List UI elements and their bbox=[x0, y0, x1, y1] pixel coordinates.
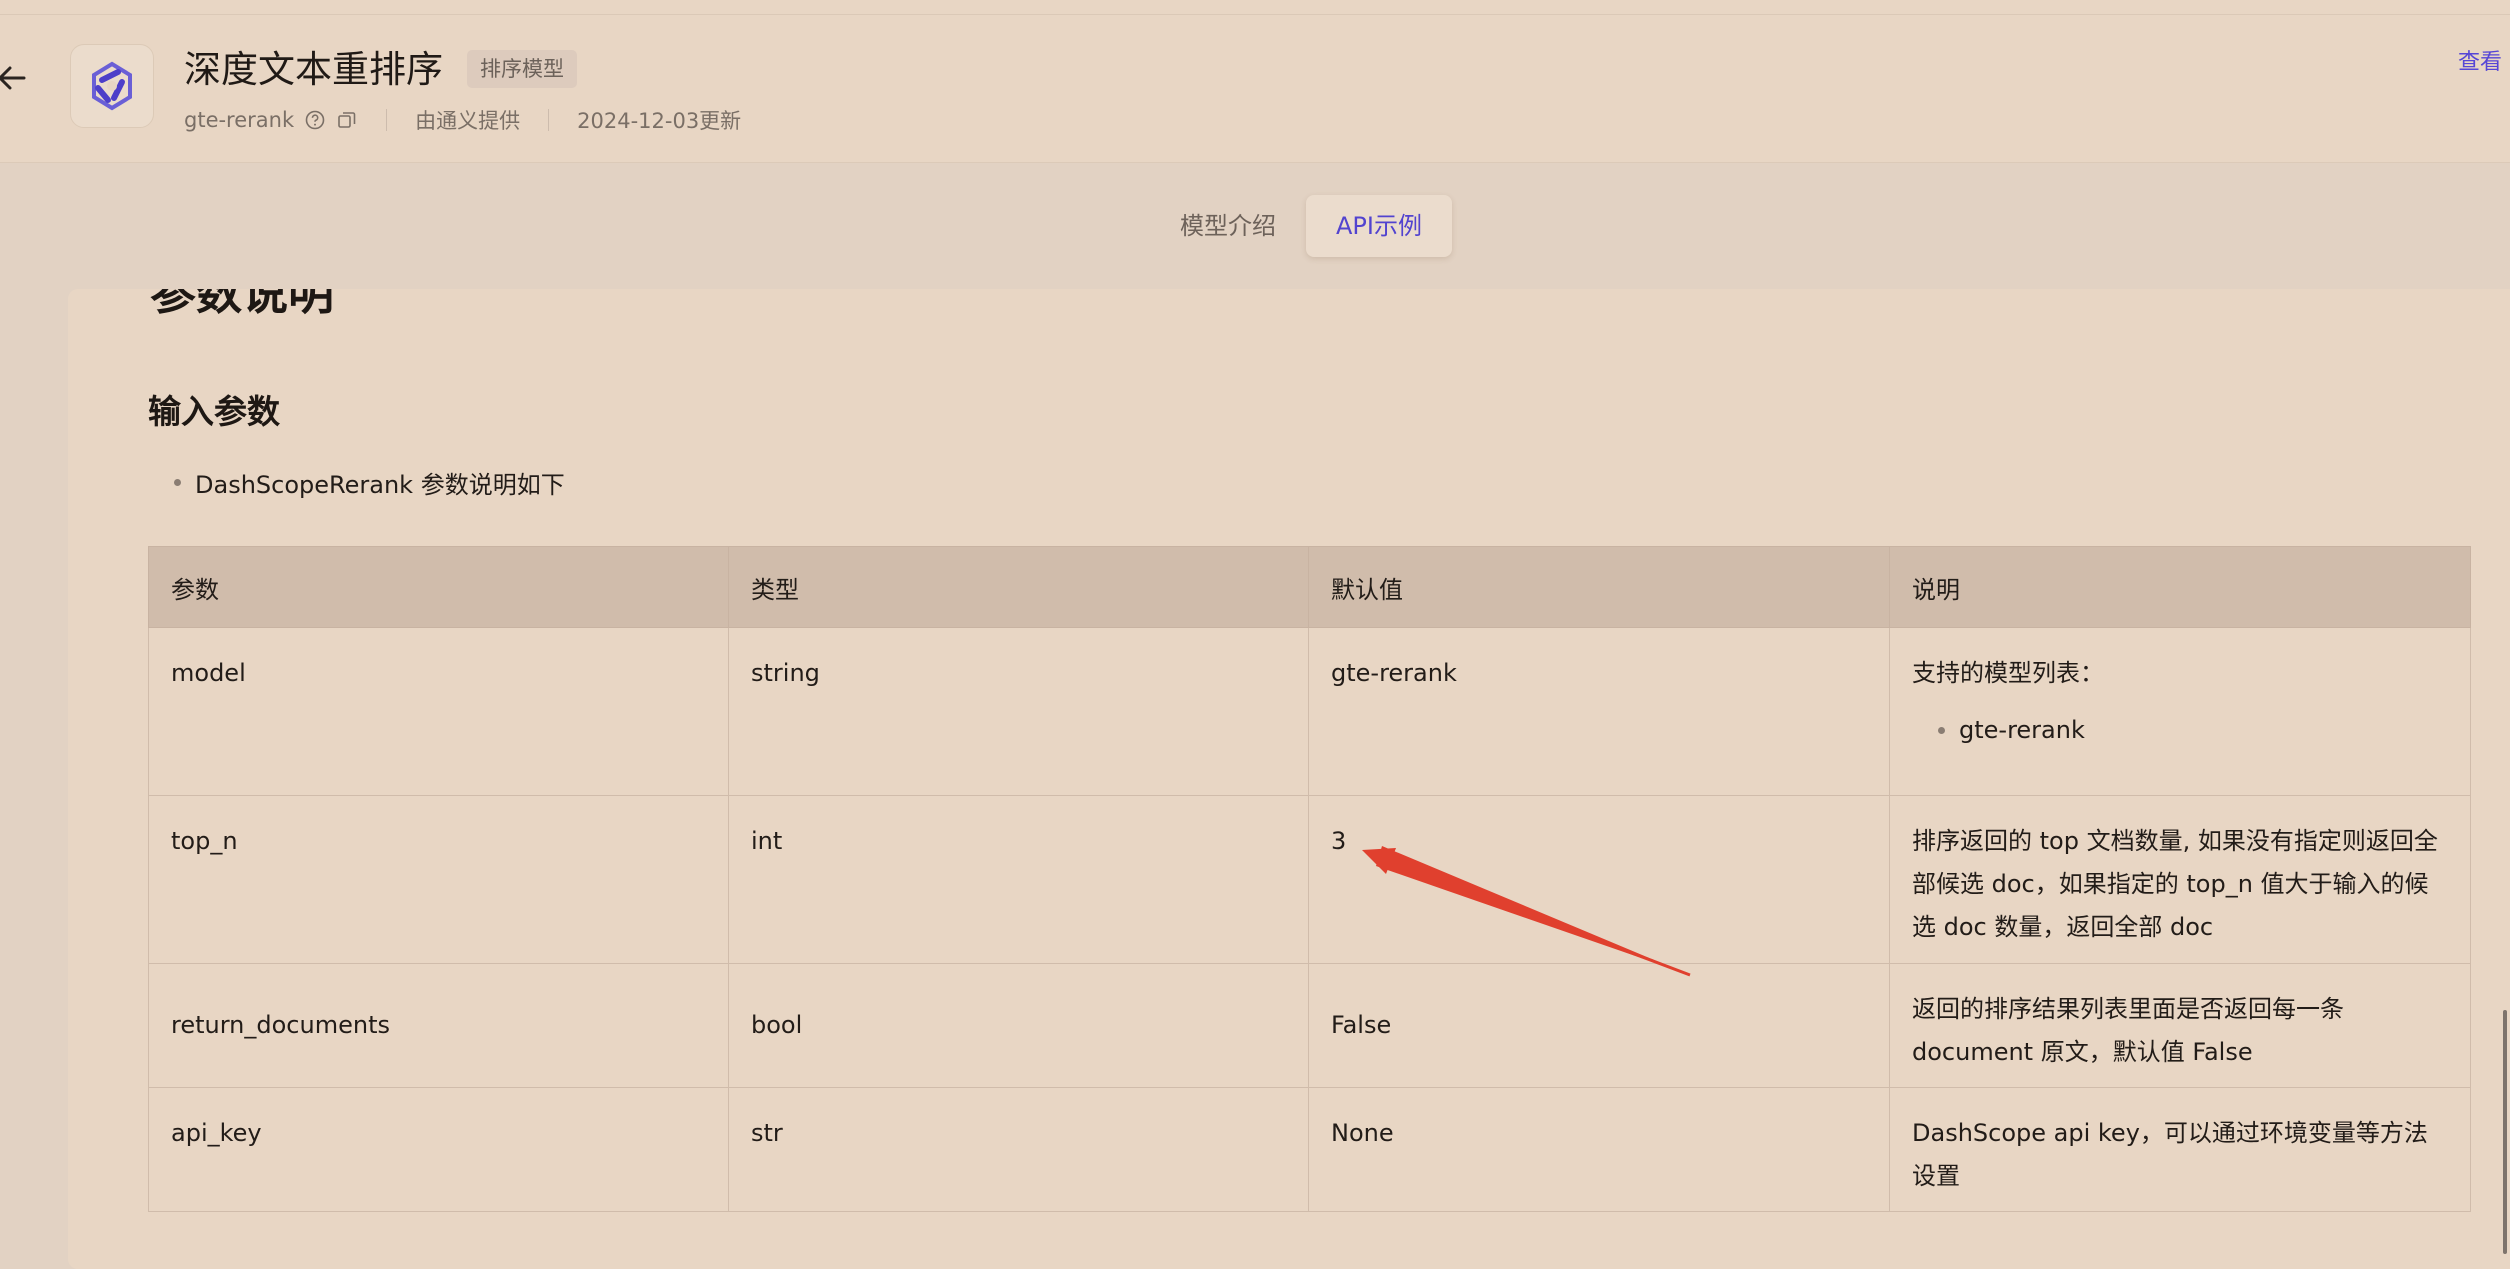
cell-type: int bbox=[728, 795, 1309, 964]
model-header: 深度文本重排序 排序模型 gte-rerank 由通义提供 2024-12-03… bbox=[0, 0, 2510, 163]
model-tabs: 模型介绍 API示例 bbox=[1150, 195, 1452, 257]
scrollbar-thumb[interactable] bbox=[2503, 1010, 2507, 1254]
view-docs-link[interactable]: 查看 bbox=[2458, 44, 2502, 76]
cell-param: model bbox=[148, 627, 729, 796]
cell-desc: 支持的模型列表： gte-rerank bbox=[1889, 627, 2471, 796]
section-heading-params: 参数说明 bbox=[150, 289, 334, 320]
bullet-text: DashScopeRerank 参数说明如下 bbox=[195, 471, 565, 499]
model-list-item: gte-rerank bbox=[1959, 716, 2085, 744]
cell-desc: DashScope api key，可以通过环境变量等方法设置 bbox=[1889, 1087, 2471, 1212]
list-item: DashScopeRerank 参数说明如下 bbox=[174, 465, 565, 500]
cell-param: return_documents bbox=[148, 963, 729, 1088]
header-type: 类型 bbox=[728, 546, 1309, 628]
header-param: 参数 bbox=[148, 546, 729, 628]
section-title-input-params: 输入参数 bbox=[148, 392, 280, 431]
meta-divider bbox=[386, 109, 388, 131]
bullet-dot bbox=[174, 479, 181, 486]
cell-type: string bbox=[728, 627, 1309, 796]
cell-default: gte-rerank bbox=[1308, 627, 1890, 796]
bullet-dot bbox=[1938, 727, 1945, 734]
cell-type: str bbox=[728, 1087, 1309, 1212]
qwen-logo-icon bbox=[92, 61, 132, 111]
model-meta: gte-rerank 由通义提供 2024-12-03更新 bbox=[184, 104, 741, 136]
table-row: top_n int 3 排序返回的 top 文档数量, 如果没有指定则返回全部候… bbox=[148, 795, 2471, 964]
model-title: 深度文本重排序 bbox=[184, 48, 443, 91]
cell-desc: 返回的排序结果列表里面是否返回每一条 document 原文，默认值 False bbox=[1889, 963, 2471, 1088]
table-row: api_key str None DashScope api key，可以通过环… bbox=[148, 1087, 2471, 1212]
cell-param: api_key bbox=[148, 1087, 729, 1212]
table-row: return_documents bool False 返回的排序结果列表里面是… bbox=[148, 963, 2471, 1088]
model-logo bbox=[70, 44, 154, 128]
tab-api-example[interactable]: API示例 bbox=[1306, 195, 1452, 257]
list-item: gte-rerank bbox=[1912, 709, 2448, 752]
model-id: gte-rerank bbox=[184, 108, 295, 132]
cell-default: None bbox=[1308, 1087, 1890, 1212]
model-provider: 由通义提供 bbox=[415, 109, 521, 133]
table-row: model string gte-rerank 支持的模型列表： gte-rer… bbox=[148, 627, 2471, 796]
tab-model-intro[interactable]: 模型介绍 bbox=[1150, 195, 1306, 257]
cell-default: 3 bbox=[1308, 795, 1890, 964]
header-divider bbox=[0, 14, 2510, 15]
table-header-row: 参数 类型 默认值 说明 bbox=[148, 546, 2471, 628]
meta-divider bbox=[548, 109, 550, 131]
header-desc: 说明 bbox=[1889, 546, 2471, 628]
cell-default: False bbox=[1308, 963, 1890, 1088]
content-card: 参数说明 输入参数 DashScopeRerank 参数说明如下 参数 类型 默… bbox=[68, 289, 2510, 1269]
question-circle-icon[interactable] bbox=[304, 109, 326, 131]
arrow-left-icon[interactable] bbox=[0, 58, 34, 98]
cell-desc: 排序返回的 top 文档数量, 如果没有指定则返回全部候选 doc，如果指定的 … bbox=[1889, 795, 2471, 964]
cell-type: bool bbox=[728, 963, 1309, 1088]
model-updated: 2024-12-03更新 bbox=[577, 109, 742, 133]
header-default: 默认值 bbox=[1308, 546, 1890, 628]
cell-param: top_n bbox=[148, 795, 729, 964]
copy-icon[interactable] bbox=[336, 109, 358, 131]
desc-text: 支持的模型列表： bbox=[1912, 659, 2104, 687]
model-type-badge: 排序模型 bbox=[467, 50, 577, 88]
model-list: gte-rerank bbox=[1912, 709, 2448, 752]
params-table: 参数 类型 默认值 说明 model string gte-rerank 支持的… bbox=[148, 546, 2471, 1212]
